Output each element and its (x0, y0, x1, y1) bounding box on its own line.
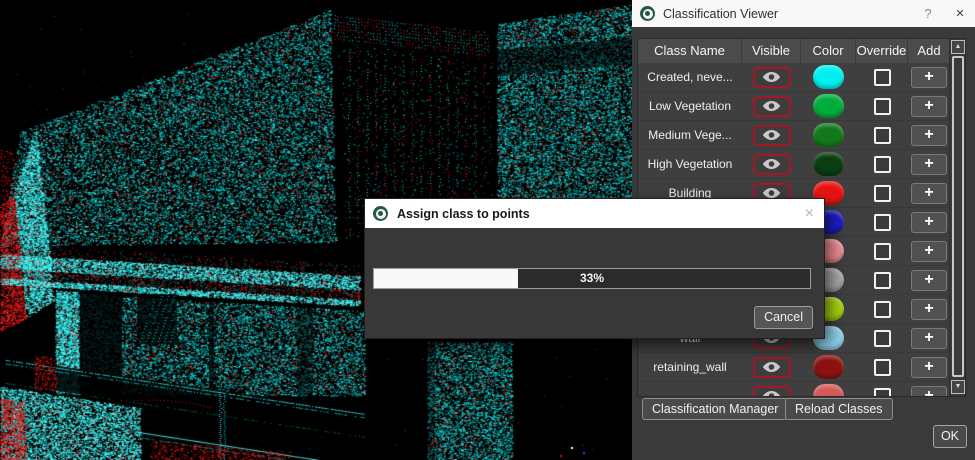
override-checkbox[interactable] (874, 98, 891, 115)
add-button[interactable]: + (911, 125, 947, 146)
eye-icon (762, 71, 781, 83)
header-add: Add (908, 39, 950, 63)
override-checkbox[interactable] (874, 127, 891, 144)
table-row[interactable]: + (638, 382, 950, 396)
table-row[interactable]: retaining_wall + (638, 353, 950, 382)
class-name-label: Building (669, 186, 712, 200)
class-name-label: High Vegetation (648, 157, 733, 171)
class-color-swatch[interactable] (813, 384, 844, 396)
scroll-down-icon[interactable]: ▼ (951, 380, 965, 394)
add-button[interactable]: + (911, 270, 947, 291)
visibility-toggle-button[interactable] (753, 357, 791, 378)
class-color-swatch[interactable] (813, 355, 844, 379)
table-row[interactable]: Created, neve... + (638, 63, 950, 92)
visibility-toggle-button[interactable] (753, 67, 791, 88)
class-color-swatch[interactable] (813, 123, 844, 147)
table-header-row: Class NameVisibleColorOverrideAdd (638, 39, 950, 63)
header-class-name: Class Name (638, 39, 742, 63)
reload-classes-button[interactable]: Reload Classes (785, 398, 893, 420)
panel-title: Classification Viewer (663, 7, 911, 21)
override-checkbox[interactable] (874, 156, 891, 173)
scroll-up-icon[interactable]: ▲ (951, 40, 965, 54)
eye-icon (762, 129, 781, 141)
visibility-toggle-button[interactable] (753, 125, 791, 146)
override-checkbox[interactable] (874, 214, 891, 231)
progress-percent-label: 33% (374, 269, 810, 288)
class-name-label: Low Vegetation (649, 99, 731, 113)
dialog-close-icon[interactable]: × (805, 205, 814, 223)
override-checkbox[interactable] (874, 359, 891, 376)
eye-icon (762, 100, 781, 112)
table-row[interactable]: Low Vegetation + (638, 92, 950, 121)
visibility-toggle-button[interactable] (753, 96, 791, 117)
class-color-swatch[interactable] (813, 94, 844, 118)
app-logo-icon (373, 206, 388, 221)
class-name-label: Created, neve... (647, 70, 732, 84)
add-button[interactable]: + (911, 241, 947, 262)
scrollbar-thumb[interactable] (952, 56, 964, 377)
add-button[interactable]: + (911, 357, 947, 378)
ok-button[interactable]: OK (933, 425, 967, 448)
header-visible: Visible (742, 39, 801, 63)
progress-bar: 33% (373, 268, 811, 289)
application-window: Classification Viewer ? × Class NameVisi… (0, 0, 975, 460)
add-button[interactable]: + (911, 154, 947, 175)
eye-icon (762, 361, 781, 373)
eye-icon (762, 158, 781, 170)
table-scrollbar[interactable]: ▲ ▼ (949, 39, 965, 396)
table-row[interactable]: High Vegetation + (638, 150, 950, 179)
class-name-label: retaining_wall (653, 360, 726, 374)
classification-manager-button[interactable]: Classification Manager (642, 398, 788, 420)
close-icon[interactable]: × (945, 5, 975, 22)
visibility-toggle-button[interactable] (753, 386, 791, 397)
assign-class-dialog: Assign class to points × 33% Cancel (365, 199, 824, 338)
app-logo-icon (640, 6, 655, 21)
panel-titlebar: Classification Viewer ? × (632, 0, 975, 27)
override-checkbox[interactable] (874, 301, 891, 318)
cancel-button[interactable]: Cancel (754, 306, 813, 329)
override-checkbox[interactable] (874, 388, 891, 397)
override-checkbox[interactable] (874, 330, 891, 347)
add-button[interactable]: + (911, 96, 947, 117)
visibility-toggle-button[interactable] (753, 154, 791, 175)
override-checkbox[interactable] (874, 69, 891, 86)
eye-icon (762, 390, 781, 396)
class-color-swatch[interactable] (813, 152, 844, 176)
dialog-titlebar: Assign class to points × (365, 199, 824, 228)
table-row[interactable]: Medium Vege... + (638, 121, 950, 150)
override-checkbox[interactable] (874, 272, 891, 289)
add-button[interactable]: + (911, 67, 947, 88)
add-button[interactable]: + (911, 183, 947, 204)
eye-icon (762, 187, 781, 199)
help-icon[interactable]: ? (911, 6, 945, 21)
class-color-swatch[interactable] (813, 65, 844, 89)
override-checkbox[interactable] (874, 185, 891, 202)
class-name-label: Medium Vege... (648, 128, 731, 142)
override-checkbox[interactable] (874, 243, 891, 260)
add-button[interactable]: + (911, 328, 947, 349)
add-button[interactable]: + (911, 386, 947, 397)
dialog-title: Assign class to points (397, 207, 805, 221)
header-color: Color (801, 39, 856, 63)
add-button[interactable]: + (911, 299, 947, 320)
add-button[interactable]: + (911, 212, 947, 233)
header-override: Override (856, 39, 908, 63)
